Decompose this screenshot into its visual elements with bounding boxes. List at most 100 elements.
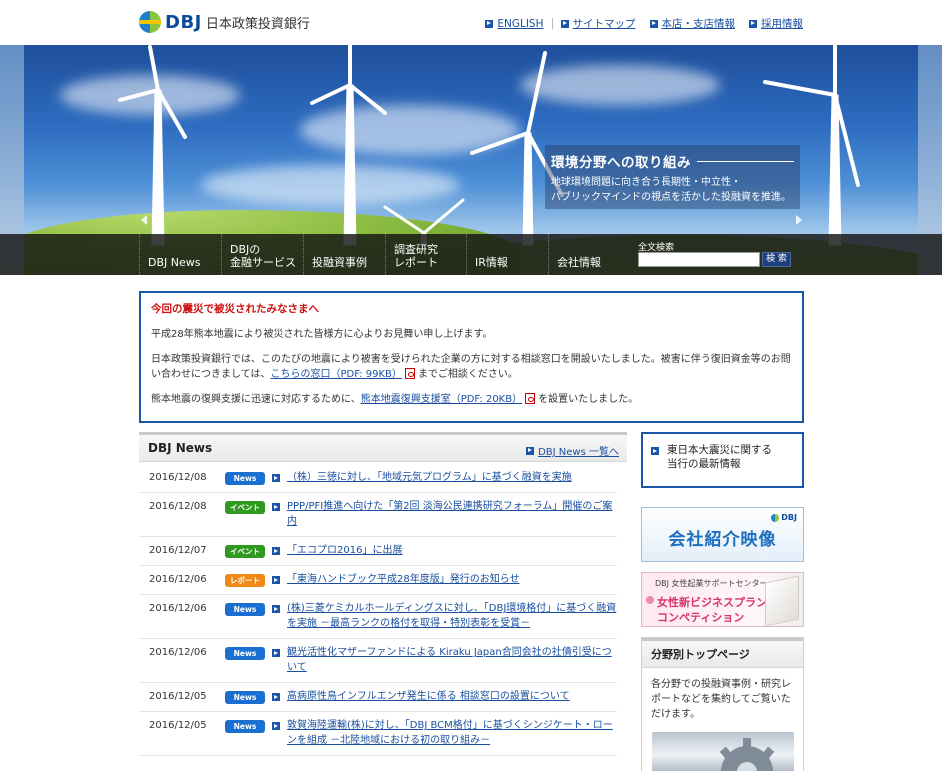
news-link[interactable]: （株）三徳に対し、「地域元気プログラム」に基づく融資を実施 — [287, 470, 617, 485]
field-top-pages-description: 各分野での投融資事例・研究レポートなどを集約してご覧いただけます。 — [651, 679, 791, 720]
pdf-icon — [525, 393, 536, 404]
news-badge: News — [225, 720, 265, 733]
carousel-next-icon[interactable] — [796, 215, 802, 225]
arrow-icon — [272, 649, 280, 657]
caption-line: 地球環境問題に向き合う長期性・中立性・ — [551, 177, 741, 188]
dbj-logo[interactable]: DBJ 日本政策投資銀行 — [139, 10, 310, 34]
recovery-office-link[interactable]: 熊本地震復興支援室（PDF: 20KB） — [361, 394, 522, 405]
notice-title: 今回の震災で被災されたみなさまへ — [151, 303, 319, 315]
nav-item-financial-services[interactable]: DBJの 金融サービス — [221, 234, 303, 275]
arrow-icon — [560, 19, 569, 28]
field-top-pages-title: 分野別トップページ — [642, 638, 803, 668]
news-badge: News — [225, 472, 265, 485]
field-top-pages-box: 分野別トップページ 各分野での投融資事例・研究レポートなどを集約してご覧いただけ… — [641, 637, 804, 771]
news-row: 2016/12/05 News 高病原性鳥インフルエンザ発生に係る 相談窓口の設… — [139, 683, 617, 712]
news-row: 2016/12/07 イベント 「エコプロ2016」に出展 — [139, 537, 617, 566]
news-row: 2016/12/06 News 観光活性化マザーファンドによる Kiraku J… — [139, 639, 617, 683]
news-link[interactable]: (株)三菱ケミカルホールディングスに対し、「DBJ環境格付」に基づく融資を実施 … — [287, 601, 617, 631]
news-section: DBJ News DBJ News 一覧へ 2016/12/08 News （株… — [139, 432, 627, 756]
arrow-icon — [272, 474, 280, 482]
arrow-icon — [651, 447, 659, 455]
company-video-banner[interactable]: DBJ 会社紹介映像 — [641, 507, 804, 562]
news-badge: News — [225, 603, 265, 616]
event-badge: イベント — [225, 501, 265, 514]
brochure-image — [765, 575, 799, 626]
news-row: 2016/12/05 News 敦賀海陸運輸(株)に対し、「DBJ BCM格付」… — [139, 712, 617, 756]
event-badge: イベント — [225, 545, 265, 558]
notice-paragraph: 日本政策投資銀行では、このたびの地震により被害を受けられた企業の方に対する相談窓… — [151, 354, 791, 380]
banner-women-title: 女性新ビジネスプラン — [657, 596, 767, 609]
arrow-icon — [272, 693, 280, 701]
arrow-icon — [485, 19, 494, 28]
news-date: 2016/12/07 — [149, 545, 207, 556]
hero-caption: 環境分野への取り組み 地球環境問題に向き合う長期性・中立性・ パブリックマインド… — [545, 145, 800, 209]
arrow-icon — [272, 605, 280, 613]
news-link[interactable]: 高病原性鳥インフルエンザ発生に係る 相談窓口の設置について — [287, 689, 617, 704]
divider — [551, 18, 553, 29]
arrow-icon — [649, 19, 658, 28]
news-row: 2016/12/08 イベント PPP/PFI推進へ向けた「第2回 淡海公民連携… — [139, 493, 617, 537]
nav-item-case-studies[interactable]: 投融資事例 — [303, 234, 385, 275]
news-link[interactable]: 「エコプロ2016」に出展 — [287, 543, 617, 558]
dbj-globe-icon — [771, 513, 780, 522]
caption-line: パブリックマインドの視点を活かした投融資を推進。 — [551, 192, 791, 203]
logo-subtitle: 日本政策投資銀行 — [205, 16, 310, 32]
global-nav: DBJ News DBJの 金融サービス 投融資事例 調査研究 レポート IR情報 … — [0, 234, 942, 275]
consultation-window-link[interactable]: こちらの窓口（PDF: 99KB） — [271, 369, 402, 380]
news-date: 2016/12/05 — [149, 691, 207, 702]
arrow-icon — [272, 503, 280, 511]
dbj-globe-icon — [139, 11, 161, 33]
side-box-line: 東日本大震災に関する — [667, 444, 772, 456]
search-input[interactable] — [638, 252, 760, 267]
pdf-icon — [404, 368, 415, 379]
arrow-icon — [272, 547, 280, 555]
news-header: DBJ News DBJ News 一覧へ — [139, 432, 627, 462]
nav-item-company[interactable]: 会社情報 — [548, 234, 630, 275]
news-list-link[interactable]: DBJ News 一覧へ — [526, 443, 619, 458]
bullet-dot-icon — [646, 596, 654, 604]
news-date: 2016/12/06 — [149, 603, 207, 614]
arrow-icon — [272, 576, 280, 584]
news-link[interactable]: 「東海ハンドブック平成28年度版」発行のお知らせ — [287, 572, 617, 587]
news-row: 2016/12/06 レポート 「東海ハンドブック平成28年度版」発行のお知らせ — [139, 566, 617, 595]
news-link[interactable]: PPP/PFI推進へ向けた「第2回 淡海公民連携研究フォーラム」開催のご案内 — [287, 499, 617, 529]
news-date: 2016/12/05 — [149, 720, 207, 731]
news-date: 2016/12/08 — [149, 472, 207, 483]
carousel-prev-icon[interactable] — [141, 215, 147, 225]
recruit-link[interactable]: 採用情報 — [749, 16, 803, 31]
caption-rule — [697, 160, 794, 162]
news-list: 2016/12/08 News （株）三徳に対し、「地域元気プログラム」に基づく… — [139, 464, 627, 756]
branch-info-link[interactable]: 本店・支店情報 — [649, 16, 735, 31]
arrow-icon — [526, 446, 535, 455]
report-badge: レポート — [225, 574, 265, 587]
news-date: 2016/12/08 — [149, 501, 207, 512]
nav-item-research[interactable]: 調査研究 レポート — [385, 234, 467, 275]
earthquake-notice: 今回の震災で被災されたみなさまへ 平成28年熊本地震により被災された皆様方に心よ… — [139, 291, 804, 423]
gear-image[interactable] — [652, 732, 794, 771]
gear-icon — [719, 738, 775, 771]
news-date: 2016/12/06 — [149, 574, 207, 585]
notice-paragraph: 熊本地震の復興支援に迅速に対応するために、熊本地震復興支援室（PDF: 20KB… — [151, 393, 639, 405]
banner-video-text: 会社紹介映像 — [668, 530, 777, 550]
news-title: DBJ News — [148, 441, 213, 455]
news-badge: News — [225, 647, 265, 660]
english-link[interactable]: ENGLISH — [485, 18, 544, 30]
news-row: 2016/12/08 News （株）三徳に対し、「地域元気プログラム」に基づく… — [139, 464, 617, 493]
news-date: 2016/12/06 — [149, 647, 207, 658]
search-button[interactable]: 検 索 — [762, 252, 791, 267]
nav-item-dbj-news[interactable]: DBJ News — [139, 234, 221, 275]
notice-paragraph: 平成28年熊本地震により被災された皆様方に心よりお見舞い申し上げます。 — [151, 329, 493, 340]
site-header: DBJ 日本政策投資銀行 ENGLISH サイトマップ 本店・支店情報 採用情報 — [0, 0, 942, 45]
banner-logo-text: DBJ — [781, 513, 797, 522]
sitemap-link[interactable]: サイトマップ — [560, 16, 636, 31]
great-east-japan-earthquake-link[interactable]: 東日本大震災に関する 当行の最新情報 — [641, 432, 804, 488]
news-link[interactable]: 敦賀海陸運輸(株)に対し、「DBJ BCM格付」に基づくシンジケート・ローンを組… — [287, 718, 617, 748]
banner-women-title: コンペティション — [657, 611, 745, 624]
news-link[interactable]: 観光活性化マザーファンドによる Kiraku Japan合同会社の社債引受につい… — [287, 645, 617, 675]
nav-item-ir[interactable]: IR情報 — [466, 234, 548, 275]
news-row: 2016/12/06 News (株)三菱ケミカルホールディングスに対し、「DB… — [139, 595, 617, 639]
news-badge: News — [225, 691, 265, 704]
women-business-plan-banner[interactable]: DBJ 女性起業サポートセンター 女性新ビジネスプラン コンペティション — [641, 572, 804, 627]
caption-title: 環境分野への取り組み — [551, 155, 691, 171]
banner-women-subtitle: DBJ 女性起業サポートセンター — [655, 579, 768, 588]
